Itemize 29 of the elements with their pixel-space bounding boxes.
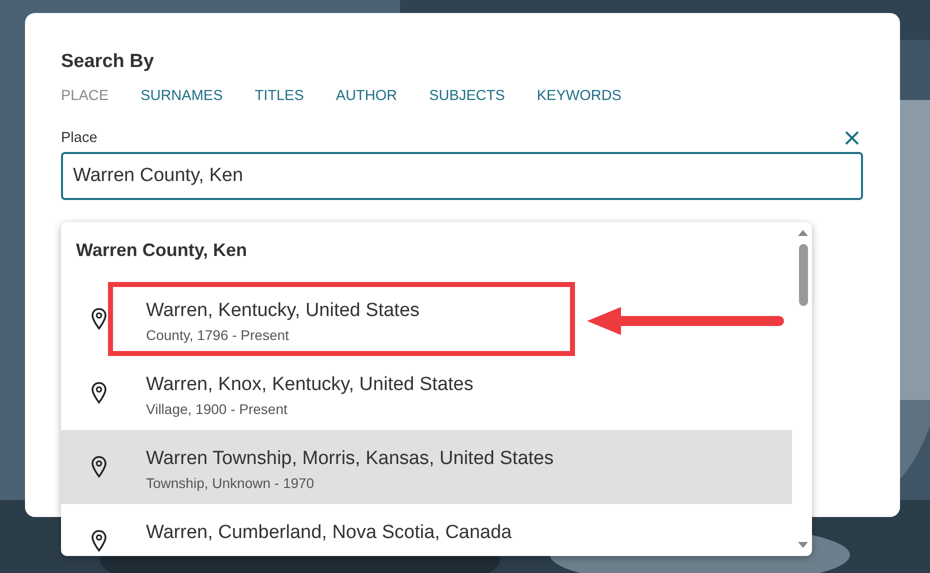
location-pin-icon [91,382,107,404]
suggestion-detail: County, 1796 - Present [146,327,290,343]
panel-heading: Search By [61,51,155,73]
location-pin-icon [91,308,107,330]
suggestion-title: Warren Township, Morris, Kansas, United States [146,448,554,470]
search-tab[interactable]: SURNAMES [140,88,223,104]
scroll-down-icon[interactable] [798,542,808,548]
suggestion-title: Warren, Cumberland, Nova Scotia, Canada [146,522,512,544]
search-tab[interactable]: SUBJECTS [429,88,505,104]
search-tab[interactable]: PLACE [61,88,109,104]
suggestion-title: Warren, Kentucky, United States [146,300,420,322]
suggestion-detail: Village, 1900 - Present [146,401,288,417]
field-label: Place [61,130,98,146]
close-icon[interactable] [845,131,859,145]
search-tab[interactable]: KEYWORDS [536,88,622,104]
suggestion-item[interactable]: Warren, Cumberland, Nova Scotia, Canada [61,504,792,556]
search-tab[interactable]: TITLES [254,88,304,104]
suggestion-item[interactable]: Warren Township, Morris, Kansas, United States Township, Unknown - 1970 [61,430,792,504]
suggestion-item[interactable]: Warren, Knox, Kentucky, United States Village, 1900 - Present [61,356,792,430]
scrollbar-thumb[interactable] [798,244,808,306]
place-input-field[interactable]: Warren County, Ken [61,152,863,200]
suggestion-detail: Township, Unknown - 1970 [146,475,316,491]
location-pin-icon [91,530,107,552]
suggestion-title: Warren, Knox, Kentucky, United States [146,374,474,396]
location-pin-icon [91,456,107,478]
suggestion-item[interactable]: Warren, Kentucky, United States County, 1796 - Present [61,282,792,356]
search-tab[interactable]: AUTHOR [336,88,398,104]
dropdown-header: Warren County, Ken [75,239,248,262]
scroll-up-icon[interactable] [798,230,808,236]
